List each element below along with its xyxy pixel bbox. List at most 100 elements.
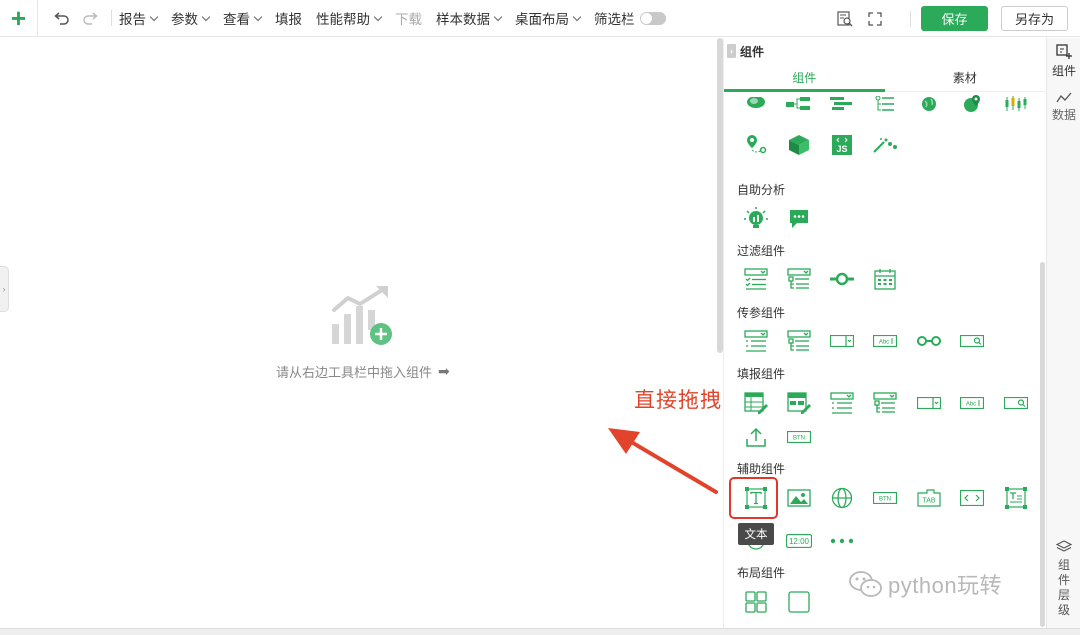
rail-components[interactable]: 组件 bbox=[1047, 44, 1080, 79]
fill-button-icon[interactable]: BTN bbox=[784, 422, 814, 452]
param-search-box-icon[interactable] bbox=[957, 326, 987, 356]
tree-select-icon[interactable] bbox=[784, 264, 814, 294]
rail-layers-char: 级 bbox=[1057, 603, 1070, 617]
web-component-globe-icon[interactable] bbox=[827, 483, 857, 513]
tab-component-icon[interactable]: TAB bbox=[914, 483, 944, 513]
param-dropdown-list-icon[interactable] bbox=[741, 326, 771, 356]
menu-report[interactable]: 报告 bbox=[119, 8, 159, 28]
wechat-icon bbox=[849, 571, 882, 597]
toolbar-divider bbox=[910, 10, 911, 27]
arrow-right-icon: ➡ bbox=[438, 363, 450, 379]
fill-dropdown-list-icon[interactable] bbox=[827, 388, 857, 418]
tab-materials[interactable]: 素材 bbox=[885, 64, 1046, 91]
save-as-button[interactable]: 另存为 bbox=[1001, 6, 1068, 31]
watermark-text: python玩转 bbox=[888, 573, 1003, 598]
menu-performance-help[interactable]: 性能帮助 bbox=[316, 8, 383, 28]
fullscreen-icon[interactable] bbox=[860, 11, 890, 26]
heatmap-chart-icon[interactable] bbox=[741, 89, 771, 119]
list-tree-icon[interactable] bbox=[870, 89, 900, 119]
undo-icon[interactable] bbox=[48, 11, 76, 25]
rail-data[interactable]: 数据 bbox=[1047, 92, 1080, 123]
grid-layout-icon[interactable] bbox=[741, 587, 771, 617]
javascript-icon[interactable]: JS bbox=[827, 130, 857, 160]
dropdown-checklist-icon[interactable] bbox=[741, 264, 771, 294]
add-chart-illustration-icon bbox=[330, 286, 394, 351]
btn-icon-text: BTN bbox=[793, 436, 805, 442]
fill-select-box-icon[interactable] bbox=[914, 388, 944, 418]
rail-layers[interactable]: 组 件 层 级 bbox=[1047, 540, 1080, 618]
layers-icon bbox=[1056, 540, 1072, 552]
more-components-icon[interactable] bbox=[827, 526, 857, 556]
menu-fill[interactable]: 填报 bbox=[275, 8, 302, 28]
data-line-icon bbox=[1056, 92, 1072, 103]
param-select-box-icon[interactable] bbox=[827, 326, 857, 356]
param-range-slider-icon[interactable] bbox=[914, 326, 944, 356]
panel-header: › 组件 bbox=[724, 38, 1045, 64]
time-component-icon[interactable]: 12:00 bbox=[784, 526, 814, 556]
canvas-empty-hint: 请从右边工具栏中拖入组件 ➡ bbox=[276, 362, 450, 381]
panel-scrollbar[interactable] bbox=[1040, 262, 1045, 627]
save-button[interactable]: 保存 bbox=[921, 6, 988, 31]
menu-params[interactable]: 参数 bbox=[171, 8, 211, 28]
button-component-icon[interactable]: BTN bbox=[870, 483, 900, 513]
menu-desktop-layout[interactable]: 桌面布局 bbox=[515, 8, 582, 28]
text-component-tooltip: 文本 bbox=[738, 523, 774, 545]
bottom-scrollbar[interactable] bbox=[0, 628, 1080, 635]
collapse-panel-icon[interactable]: › bbox=[727, 44, 736, 58]
chat-bubble-icon[interactable] bbox=[784, 204, 814, 234]
preview-search-icon[interactable] bbox=[830, 10, 860, 27]
range-slider-icon[interactable] bbox=[827, 264, 857, 294]
rail-layers-char: 组 bbox=[1057, 558, 1070, 572]
map-marker-icon[interactable] bbox=[957, 89, 987, 119]
redo-icon[interactable] bbox=[76, 11, 104, 25]
abc-icon-text: Abc bbox=[879, 340, 889, 346]
magic-wand-icon[interactable] bbox=[870, 130, 900, 160]
filter-bar-toggle-group: 筛选栏 bbox=[594, 8, 666, 28]
right-rail: 组件 数据 组 件 层 级 bbox=[1046, 38, 1080, 628]
upload-icon[interactable] bbox=[741, 422, 771, 452]
btn-icon-text: BTN bbox=[879, 497, 891, 503]
component-add-icon bbox=[1056, 44, 1072, 59]
filter-bar-toggle[interactable] bbox=[639, 11, 666, 25]
rail-components-label: 组件 bbox=[1051, 64, 1076, 78]
left-panel-expand-icon[interactable]: › bbox=[0, 266, 9, 312]
time-icon-text: 12:00 bbox=[789, 537, 810, 546]
drag-annotation: 直接拖拽 bbox=[634, 389, 722, 412]
watermark: python玩转 bbox=[848, 568, 1002, 600]
filter-bar-label: 筛选栏 bbox=[594, 12, 635, 27]
carousel-component-icon[interactable] bbox=[957, 483, 987, 513]
section-layout-components: 布局组件 bbox=[737, 566, 786, 580]
fill-table-edit-icon[interactable] bbox=[741, 388, 771, 418]
3d-cube-icon[interactable] bbox=[784, 130, 814, 160]
menu-sample-data[interactable]: 样本数据 bbox=[436, 8, 503, 28]
tab-icon-text: TAB bbox=[922, 498, 935, 505]
param-tree-select-icon[interactable] bbox=[784, 326, 814, 356]
fill-search-box-icon[interactable] bbox=[1001, 388, 1031, 418]
fill-text-input-icon[interactable]: Abc bbox=[957, 388, 987, 418]
globe-map-icon[interactable] bbox=[914, 89, 944, 119]
canvas-hint-text: 请从右边工具栏中拖入组件 bbox=[276, 365, 433, 380]
calendar-icon[interactable] bbox=[870, 264, 900, 294]
menu-view[interactable]: 查看 bbox=[223, 8, 263, 28]
tree-chart-icon[interactable] bbox=[784, 89, 814, 119]
section-param-components: 传参组件 bbox=[737, 306, 786, 320]
fill-tree-select-icon[interactable] bbox=[870, 388, 900, 418]
param-text-input-icon[interactable]: Abc bbox=[870, 326, 900, 356]
top-toolbar: + 报告 参数 查看 填报 性能帮助 下载 样本数据 桌面布局 筛选栏 保存 另… bbox=[0, 0, 1080, 37]
section-auxiliary-components: 辅助组件 bbox=[737, 462, 786, 476]
add-icon[interactable]: + bbox=[0, 0, 38, 37]
menu-download[interactable]: 下载 bbox=[395, 8, 422, 28]
text-component-highlight bbox=[729, 477, 778, 519]
lightbulb-chart-icon[interactable] bbox=[741, 204, 771, 234]
panel-tabs: 组件 素材 bbox=[724, 64, 1045, 92]
rail-layers-char: 层 bbox=[1057, 588, 1070, 602]
image-component-icon[interactable] bbox=[784, 483, 814, 513]
section-self-analysis: 自助分析 bbox=[737, 183, 786, 197]
blank-layout-icon[interactable] bbox=[784, 587, 814, 617]
rich-text-component-icon[interactable] bbox=[1001, 483, 1031, 513]
tab-components[interactable]: 组件 bbox=[724, 64, 885, 91]
location-route-icon[interactable] bbox=[741, 130, 771, 160]
candlestick-chart-icon[interactable] bbox=[1001, 89, 1031, 119]
gantt-chart-icon[interactable] bbox=[827, 89, 857, 119]
fill-form-edit-icon[interactable] bbox=[784, 388, 814, 418]
